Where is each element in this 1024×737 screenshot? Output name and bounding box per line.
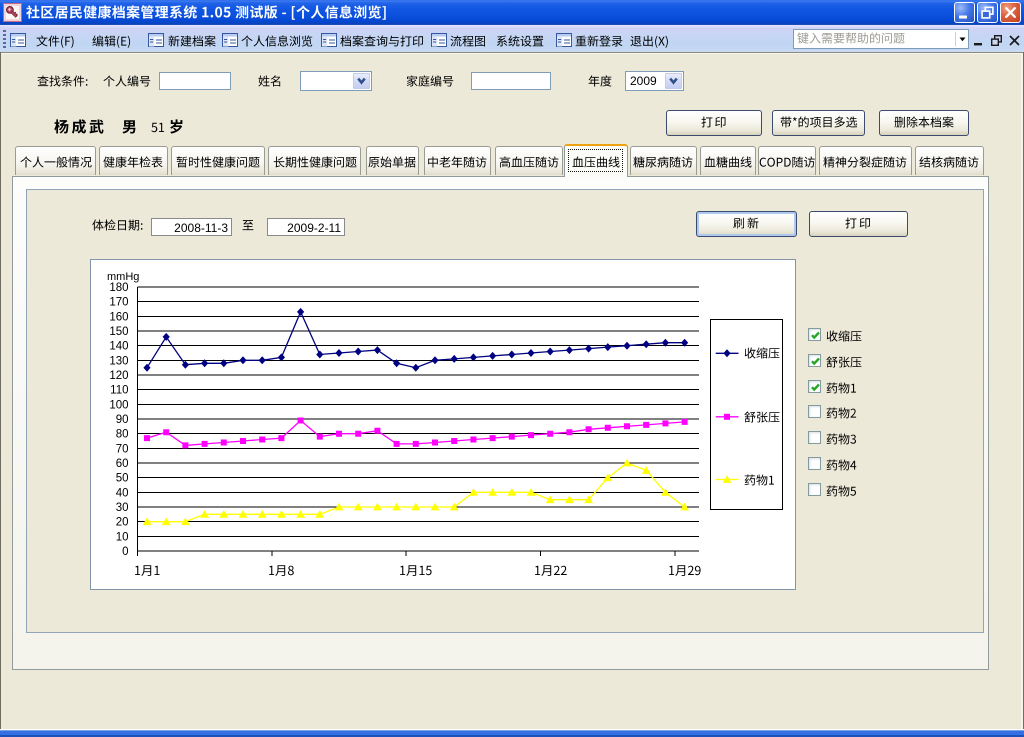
svg-text:60: 60 bbox=[116, 458, 129, 470]
svg-text:30: 30 bbox=[116, 502, 129, 514]
svg-text:40: 40 bbox=[116, 487, 129, 499]
svg-text:20: 20 bbox=[116, 517, 129, 529]
svg-text:50: 50 bbox=[116, 473, 129, 485]
svg-text:130: 130 bbox=[109, 355, 128, 367]
svg-text:150: 150 bbox=[109, 326, 128, 338]
svg-text:110: 110 bbox=[110, 385, 128, 397]
svg-text:180: 180 bbox=[109, 282, 128, 294]
svg-text:10: 10 bbox=[116, 531, 129, 543]
svg-text:100: 100 bbox=[109, 399, 128, 411]
svg-text:mmHg: mmHg bbox=[107, 271, 139, 283]
svg-text:170: 170 bbox=[109, 297, 128, 309]
svg-text:80: 80 bbox=[116, 429, 129, 441]
svg-text:160: 160 bbox=[109, 311, 128, 323]
svg-text:120: 120 bbox=[109, 370, 128, 382]
svg-text:0: 0 bbox=[122, 546, 128, 558]
svg-text:70: 70 bbox=[116, 443, 129, 455]
svg-text:90: 90 bbox=[116, 414, 129, 426]
svg-text:140: 140 bbox=[109, 341, 128, 353]
